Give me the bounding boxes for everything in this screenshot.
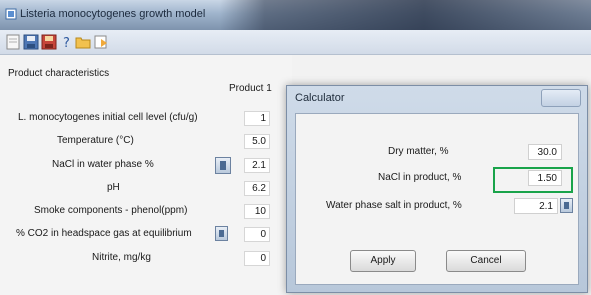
- cancel-button[interactable]: Cancel: [446, 250, 526, 272]
- ph-input[interactable]: 6.2: [244, 181, 270, 196]
- label-initial-cell-level: L. monocytogenes initial cell level (cfu…: [18, 112, 198, 123]
- label-nitrite: Nitrite, mg/kg: [92, 252, 151, 263]
- save-as-icon[interactable]: [41, 34, 57, 50]
- co2-headspace-input[interactable]: 0: [244, 227, 270, 242]
- label-nacl-water-phase: NaCl in water phase %: [52, 159, 154, 170]
- calculator-icon: [564, 202, 569, 209]
- group-title: Product characteristics: [8, 68, 110, 79]
- calculator-icon: [219, 230, 224, 237]
- label-smoke-components: Smoke components - phenol(ppm): [34, 205, 188, 216]
- nitrite-input[interactable]: 0: [244, 251, 270, 266]
- smoke-components-input[interactable]: 10: [244, 204, 270, 219]
- nacl-water-phase-input[interactable]: 2.1: [244, 158, 270, 173]
- toolbar: ?: [0, 30, 591, 55]
- calculator-icon: [220, 161, 226, 170]
- highlight-box: [493, 167, 573, 193]
- water-phase-salt-label: Water phase salt in product, %: [326, 200, 462, 211]
- water-phase-salt-input[interactable]: 2.1: [514, 198, 558, 214]
- help-icon[interactable]: ?: [59, 34, 75, 50]
- title-bar: Listeria monocytogenes growth model: [0, 0, 591, 30]
- svg-text:?: ?: [63, 36, 70, 50]
- new-file-icon[interactable]: [5, 34, 21, 50]
- calculator-dialog: Calculator Dry matter, % 30.0 NaCl in pr…: [286, 85, 588, 293]
- title-bar-shade: [220, 0, 591, 30]
- app-icon: [5, 8, 17, 20]
- product-panel: Product characteristics Product 1 L. mon…: [0, 55, 292, 295]
- save-icon[interactable]: [23, 34, 39, 50]
- label-temperature: Temperature (°C): [57, 135, 134, 146]
- nacl-in-product-label: NaCl in product, %: [378, 172, 462, 183]
- apply-button[interactable]: Apply: [350, 250, 416, 272]
- temperature-input[interactable]: 5.0: [244, 134, 270, 149]
- co2-calculator-button[interactable]: [215, 226, 228, 241]
- column-header: Product 1: [229, 83, 272, 94]
- report-icon[interactable]: [93, 34, 109, 50]
- dry-matter-label: Dry matter, %: [388, 146, 449, 157]
- label-ph: pH: [107, 182, 120, 193]
- window-title: Listeria monocytogenes growth model: [20, 8, 206, 20]
- initial-cell-level-input[interactable]: 1: [244, 111, 270, 126]
- open-folder-icon[interactable]: [75, 34, 91, 50]
- dialog-close-button[interactable]: [541, 89, 581, 107]
- calculator-body: Dry matter, % 30.0 NaCl in product, % 1.…: [295, 113, 579, 285]
- dialog-title: Calculator: [295, 92, 345, 104]
- water-phase-salt-calculator-button[interactable]: [560, 198, 573, 213]
- dry-matter-input[interactable]: 30.0: [528, 144, 562, 160]
- label-co2-headspace: % CO2 in headspace gas at equilibrium: [16, 228, 192, 239]
- nacl-calculator-button[interactable]: [215, 157, 231, 174]
